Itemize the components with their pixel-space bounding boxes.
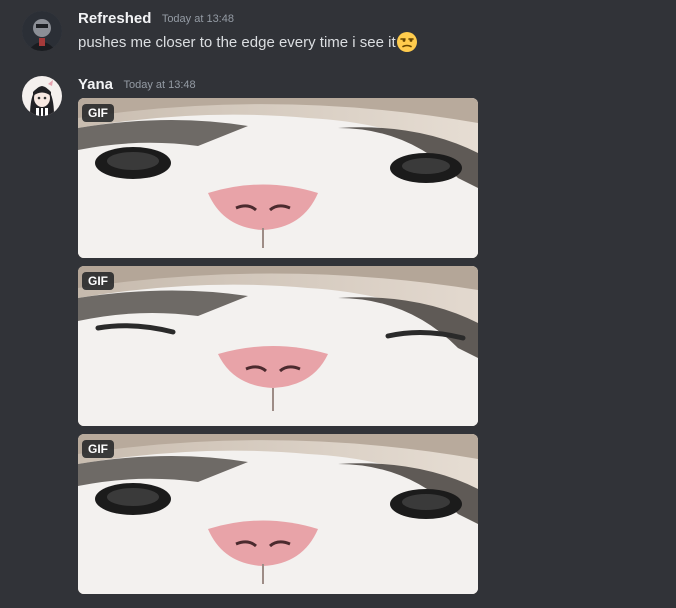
gif-attachment[interactable]: GIF (78, 434, 478, 594)
username[interactable]: Refreshed (78, 10, 151, 27)
cat-gif-image (78, 266, 478, 426)
message-content: pushes me closer to the edge every time … (78, 32, 418, 54)
gif-attachment[interactable]: GIF (78, 266, 478, 426)
avatar-image (22, 76, 62, 116)
timestamp: Today at 13:48 (123, 79, 196, 91)
message-refreshed: Refreshed Today at 13:48 pushes me close… (0, 0, 676, 70)
message-header: Refreshed Today at 13:48 (78, 10, 234, 30)
message-header: Yana Today at 13:48 (78, 76, 196, 96)
unamused-face-icon (396, 31, 418, 53)
chat-messages: Refreshed Today at 13:48 pushes me close… (0, 0, 676, 608)
message-text: pushes me closer to the edge every time … (78, 33, 396, 51)
cat-gif-image (78, 434, 478, 594)
cat-gif-image (78, 98, 478, 258)
gif-badge: GIF (82, 104, 114, 122)
gif-badge: GIF (82, 272, 114, 290)
username[interactable]: Yana (78, 76, 113, 93)
avatar[interactable] (22, 11, 62, 51)
avatar[interactable] (22, 76, 62, 116)
message-yana: Yana Today at 13:48 GIF GIF GIF (0, 70, 676, 608)
timestamp: Today at 13:48 (161, 13, 234, 25)
gif-attachment[interactable]: GIF (78, 98, 478, 258)
avatar-image (22, 11, 62, 51)
gif-badge: GIF (82, 440, 114, 458)
